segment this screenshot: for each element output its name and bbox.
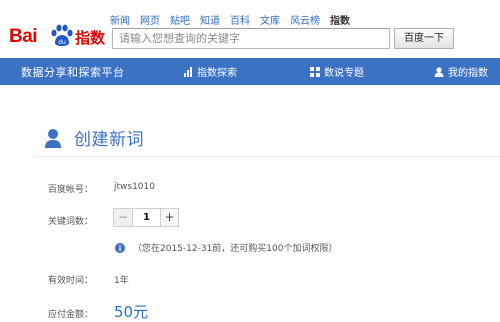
nav-my-index[interactable]: 我的指数 [434, 64, 488, 79]
main-navbar: 数据分享和探索平台 指数探索 数说专题 我的指数 [0, 58, 500, 85]
nav-data-topics-label: 数说专题 [324, 68, 364, 79]
create-word-panel: 创建新词 百度帐号： jtws1010 关键词数： − 1 + （您在2015-… [0, 85, 500, 322]
user-icon [434, 66, 444, 77]
page-title: 创建新词 [74, 130, 144, 150]
nav-data-topics[interactable]: 数说专题 [310, 64, 364, 79]
title-divider [34, 156, 500, 157]
search-button[interactable]: 百度一下 [394, 28, 454, 49]
validity-label: 有效时间： [48, 276, 94, 286]
decrement-button[interactable]: − [114, 209, 133, 226]
platform-slogan: 数据分享和探索平台 [21, 66, 125, 79]
baidu-logo[interactable]: Bai du 指数 [9, 22, 109, 52]
increment-button[interactable]: + [160, 209, 178, 226]
purchase-notice: （您在2015-12-31前，还可购买100个加词权限） [115, 241, 337, 254]
nav-index-explore-label: 指数探索 [197, 68, 237, 79]
amount-due-label: 应付金额： [48, 310, 94, 320]
nav-my-index-label: 我的指数 [448, 68, 488, 79]
top-nav-tieba[interactable]: 贴吧 [170, 12, 190, 27]
keyword-count-label: 关键词数： [48, 217, 94, 227]
bar-chart-icon [184, 66, 192, 77]
top-nav-news[interactable]: 新闻 [110, 12, 130, 27]
top-nav-index[interactable]: 指数 [330, 12, 350, 27]
search-input[interactable] [112, 28, 390, 49]
top-nav-zhidao[interactable]: 知道 [200, 12, 220, 27]
grid-icon [310, 66, 320, 77]
amount-due-value: 50元 [114, 303, 149, 321]
keyword-quantity-stepper: − 1 + [113, 208, 179, 227]
top-nav-fengyunbang[interactable]: 风云榜 [290, 12, 320, 27]
top-nav-web[interactable]: 网页 [140, 12, 160, 27]
header: Bai du 指数 新闻 网页 贴吧 知道 百科 文库 风云榜 指数 百度一下 [0, 0, 500, 58]
top-nav-wenku[interactable]: 文库 [260, 12, 280, 27]
account-label: 百度帐号： [48, 185, 94, 195]
page-title-row: 创建新词 [44, 125, 144, 150]
svg-text:du: du [58, 39, 66, 46]
validity-value: 1年 [114, 276, 129, 286]
top-nav-baike[interactable]: 百科 [230, 12, 250, 27]
logo-text: Bai [9, 26, 38, 47]
user-icon [45, 128, 61, 148]
logo-index-text: 指数 [75, 29, 106, 47]
nav-index-explore[interactable]: 指数探索 [183, 64, 237, 79]
quantity-value[interactable]: 1 [133, 209, 160, 226]
info-icon [115, 242, 125, 253]
top-nav: 新闻 网页 贴吧 知道 百科 文库 风云榜 指数 [110, 12, 360, 27]
account-value: jtws1010 [114, 182, 155, 192]
paw-icon: du [51, 24, 73, 46]
purchase-notice-text: （您在2015-12-31前，还可购买100个加词权限） [133, 244, 338, 254]
